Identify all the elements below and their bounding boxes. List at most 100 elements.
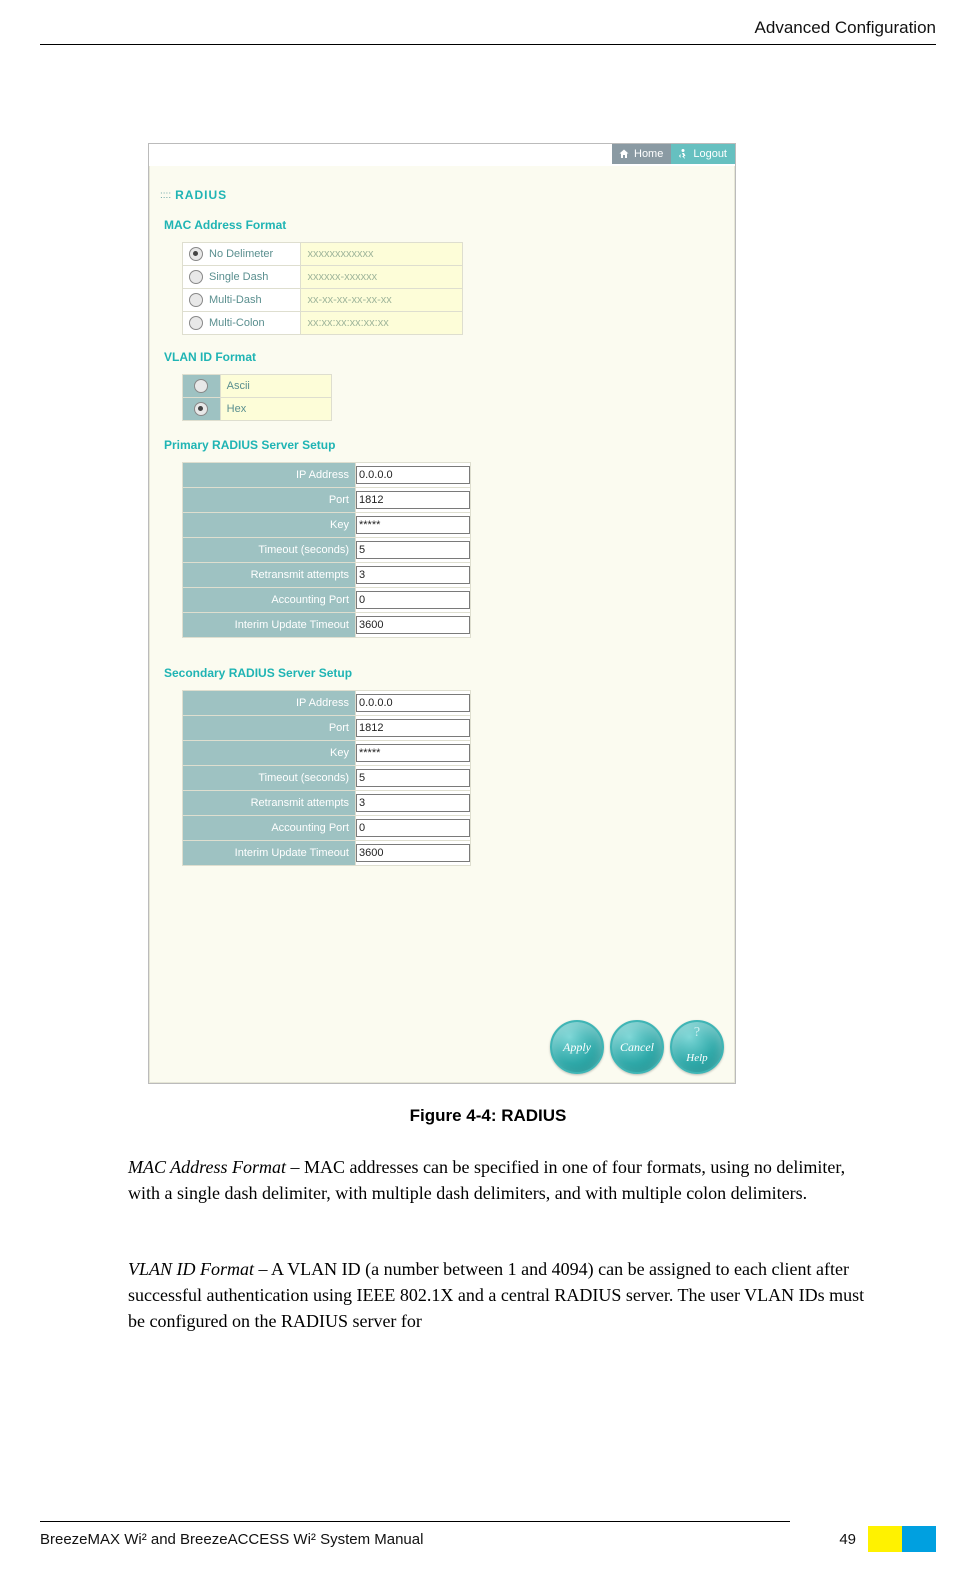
help-icon: ?	[694, 1025, 700, 1041]
table-row: Accounting Port	[183, 816, 471, 841]
home-label: Home	[634, 148, 663, 160]
field-label: IP Address	[183, 691, 356, 716]
mac-label: Multi-Dash	[209, 294, 262, 306]
header-rule	[40, 44, 936, 45]
secondary-key-input[interactable]	[356, 744, 470, 762]
vlan-format-heading: VLAN ID Format	[164, 350, 256, 364]
radius-config-screenshot: Home Logout :::: RADIUS MAC Address Form…	[148, 143, 736, 1084]
primary-radius-table: IP Address Port Key Timeout (seconds) Re…	[182, 462, 471, 638]
mac-format-heading: MAC Address Format	[164, 218, 286, 232]
footer-brand-band	[868, 1526, 936, 1552]
radio-multi-dash[interactable]	[189, 293, 203, 307]
secondary-radius-heading: Secondary RADIUS Server Setup	[164, 666, 352, 680]
table-row: IP Address	[183, 463, 471, 488]
page-title: :::: RADIUS	[160, 188, 227, 202]
table-row: Timeout (seconds)	[183, 538, 471, 563]
secondary-acct-input[interactable]	[356, 819, 470, 837]
primary-interim-input[interactable]	[356, 616, 470, 634]
title-text: RADIUS	[175, 188, 227, 202]
para-lead: VLAN ID Format	[128, 1259, 254, 1279]
mac-example: xx-xx-xx-xx-xx-xx	[301, 289, 463, 312]
apply-label: Apply	[563, 1040, 591, 1055]
mac-label: No Delimeter	[209, 248, 273, 260]
radio-multi-colon[interactable]	[189, 316, 203, 330]
table-row: Key	[183, 513, 471, 538]
radio-hex[interactable]	[194, 402, 208, 416]
field-label: Timeout (seconds)	[183, 538, 356, 563]
secondary-ip-input[interactable]	[356, 694, 470, 712]
mac-row-single-dash: Single Dash xxxxxx-xxxxxx	[183, 266, 463, 289]
footer-rule	[40, 1521, 790, 1522]
table-row: Interim Update Timeout	[183, 841, 471, 866]
home-button[interactable]: Home	[612, 144, 671, 164]
logout-button[interactable]: Logout	[671, 144, 735, 164]
help-button[interactable]: ? Help	[670, 1020, 724, 1074]
logout-icon	[677, 148, 689, 160]
table-row: Timeout (seconds)	[183, 766, 471, 791]
panel-body: :::: RADIUS MAC Address Format No Delime…	[149, 166, 735, 1083]
secondary-port-input[interactable]	[356, 719, 470, 737]
table-row: Interim Update Timeout	[183, 613, 471, 638]
mac-row-multi-dash: Multi-Dash xx-xx-xx-xx-xx-xx	[183, 289, 463, 312]
mac-label: Single Dash	[209, 271, 268, 283]
footer-page-number: 49	[839, 1531, 856, 1548]
apply-button[interactable]: Apply	[550, 1020, 604, 1074]
field-label: Accounting Port	[183, 816, 356, 841]
paragraph-mac-format: MAC Address Format – MAC addresses can b…	[128, 1154, 868, 1206]
vlan-label: Hex	[220, 398, 331, 421]
field-label: IP Address	[183, 463, 356, 488]
field-label: Interim Update Timeout	[183, 613, 356, 638]
vlan-row-hex: Hex	[183, 398, 332, 421]
field-label: Port	[183, 488, 356, 513]
primary-ip-input[interactable]	[356, 466, 470, 484]
field-label: Interim Update Timeout	[183, 841, 356, 866]
table-row: Port	[183, 488, 471, 513]
radio-ascii[interactable]	[194, 379, 208, 393]
table-row: Port	[183, 716, 471, 741]
mac-format-table: No Delimeter xxxxxxxxxxxx Single Dash xx…	[182, 242, 463, 335]
paragraph-vlan-format: VLAN ID Format – A VLAN ID (a number bet…	[128, 1256, 868, 1334]
primary-port-input[interactable]	[356, 491, 470, 509]
cancel-button[interactable]: Cancel	[610, 1020, 664, 1074]
topbar: Home Logout	[612, 144, 735, 164]
field-label: Retransmit attempts	[183, 791, 356, 816]
logout-label: Logout	[693, 148, 727, 160]
field-label: Timeout (seconds)	[183, 766, 356, 791]
vlan-row-ascii: Ascii	[183, 375, 332, 398]
table-row: Key	[183, 741, 471, 766]
help-label: Help	[686, 1052, 707, 1064]
page-header-section: Advanced Configuration	[755, 18, 936, 38]
table-row: Retransmit attempts	[183, 563, 471, 588]
primary-key-input[interactable]	[356, 516, 470, 534]
vlan-format-table: Ascii Hex	[182, 374, 332, 421]
table-row: Accounting Port	[183, 588, 471, 613]
figure-caption: Figure 4-4: RADIUS	[0, 1106, 976, 1126]
table-row: IP Address	[183, 691, 471, 716]
secondary-timeout-input[interactable]	[356, 769, 470, 787]
radio-no-delimiter[interactable]	[189, 247, 203, 261]
title-dots-icon: ::::	[160, 190, 171, 201]
vlan-label: Ascii	[220, 375, 331, 398]
action-buttons: Apply Cancel ? Help	[550, 1020, 724, 1074]
mac-example: xxxxxx-xxxxxx	[301, 266, 463, 289]
primary-timeout-input[interactable]	[356, 541, 470, 559]
field-label: Port	[183, 716, 356, 741]
secondary-interim-input[interactable]	[356, 844, 470, 862]
mac-row-no-delim: No Delimeter xxxxxxxxxxxx	[183, 243, 463, 266]
para-lead: MAC Address Format	[128, 1157, 286, 1177]
primary-retransmit-input[interactable]	[356, 566, 470, 584]
field-label: Key	[183, 741, 356, 766]
primary-acct-input[interactable]	[356, 591, 470, 609]
home-icon	[618, 148, 630, 160]
mac-example: xxxxxxxxxxxx	[301, 243, 463, 266]
mac-label: Multi-Colon	[209, 317, 265, 329]
field-label: Accounting Port	[183, 588, 356, 613]
secondary-retransmit-input[interactable]	[356, 794, 470, 812]
field-label: Retransmit attempts	[183, 563, 356, 588]
secondary-radius-table: IP Address Port Key Timeout (seconds) Re…	[182, 690, 471, 866]
cancel-label: Cancel	[620, 1040, 654, 1055]
mac-example: xx:xx:xx:xx:xx:xx	[301, 312, 463, 335]
radio-single-dash[interactable]	[189, 270, 203, 284]
primary-radius-heading: Primary RADIUS Server Setup	[164, 438, 335, 452]
field-label: Key	[183, 513, 356, 538]
